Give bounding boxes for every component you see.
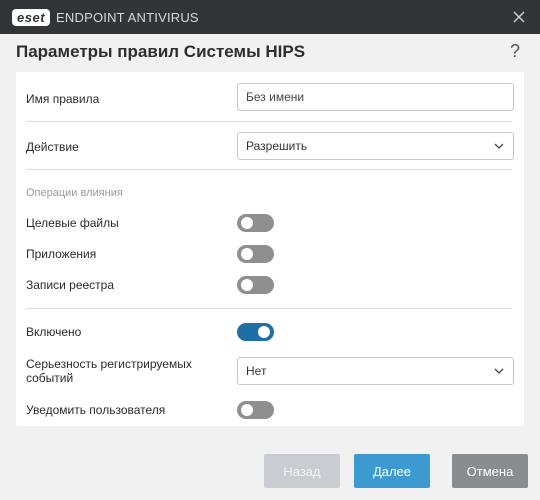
app-name: ENDPOINT ANTIVIRUS: [56, 9, 199, 25]
severity-label-line2: событий: [26, 371, 74, 385]
next-button[interactable]: Далее: [354, 454, 430, 488]
action-select[interactable]: Разрешить: [237, 132, 514, 160]
severity-label-line1: Серьезность регистрируемых: [26, 357, 192, 371]
notify-user-label: Уведомить пользователя: [26, 403, 166, 417]
eset-logo-mark: eset: [12, 8, 51, 26]
cancel-button[interactable]: Отмена: [452, 454, 528, 488]
applications-toggle[interactable]: [237, 245, 274, 263]
enabled-label: Включено: [26, 325, 82, 339]
chevron-down-icon: [494, 368, 504, 374]
notify-user-toggle[interactable]: [237, 401, 274, 419]
rule-name-label: Имя правила: [26, 92, 100, 106]
back-button[interactable]: Назад: [264, 454, 340, 488]
toggle-knob: [241, 279, 253, 291]
eset-logo: eset ENDPOINT ANTIVIRUS: [12, 8, 199, 26]
target-files-label: Целевые файлы: [26, 216, 119, 230]
title-bar: eset ENDPOINT ANTIVIRUS: [0, 0, 540, 34]
toggle-knob: [241, 248, 253, 260]
rule-settings-panel: Имя правила Действие Разрешить Операции …: [16, 72, 524, 426]
action-select-value: Разрешить: [246, 139, 308, 153]
rule-name-input[interactable]: [237, 83, 514, 111]
divider: [26, 169, 512, 170]
applications-label: Приложения: [26, 247, 97, 261]
operations-section-label: Операции влияния: [26, 187, 123, 199]
toggle-knob: [241, 404, 253, 416]
target-files-toggle[interactable]: [237, 214, 274, 232]
close-icon[interactable]: [510, 8, 528, 26]
registry-entries-toggle[interactable]: [237, 276, 274, 294]
toggle-knob: [258, 326, 270, 338]
severity-select[interactable]: Нет: [237, 357, 514, 385]
enabled-toggle[interactable]: [237, 323, 274, 341]
severity-label: Серьезность регистрируемых событий: [26, 357, 192, 385]
divider: [26, 121, 512, 122]
divider: [26, 308, 512, 309]
page-title: Параметры правил Системы HIPS: [16, 42, 306, 61]
dialog-header: Параметры правил Системы HIPS ?: [0, 34, 540, 72]
chevron-down-icon: [494, 143, 504, 149]
action-label: Действие: [26, 140, 79, 154]
severity-select-value: Нет: [246, 364, 267, 378]
registry-entries-label: Записи реестра: [26, 278, 115, 292]
help-icon[interactable]: ?: [510, 41, 520, 62]
toggle-knob: [241, 217, 253, 229]
